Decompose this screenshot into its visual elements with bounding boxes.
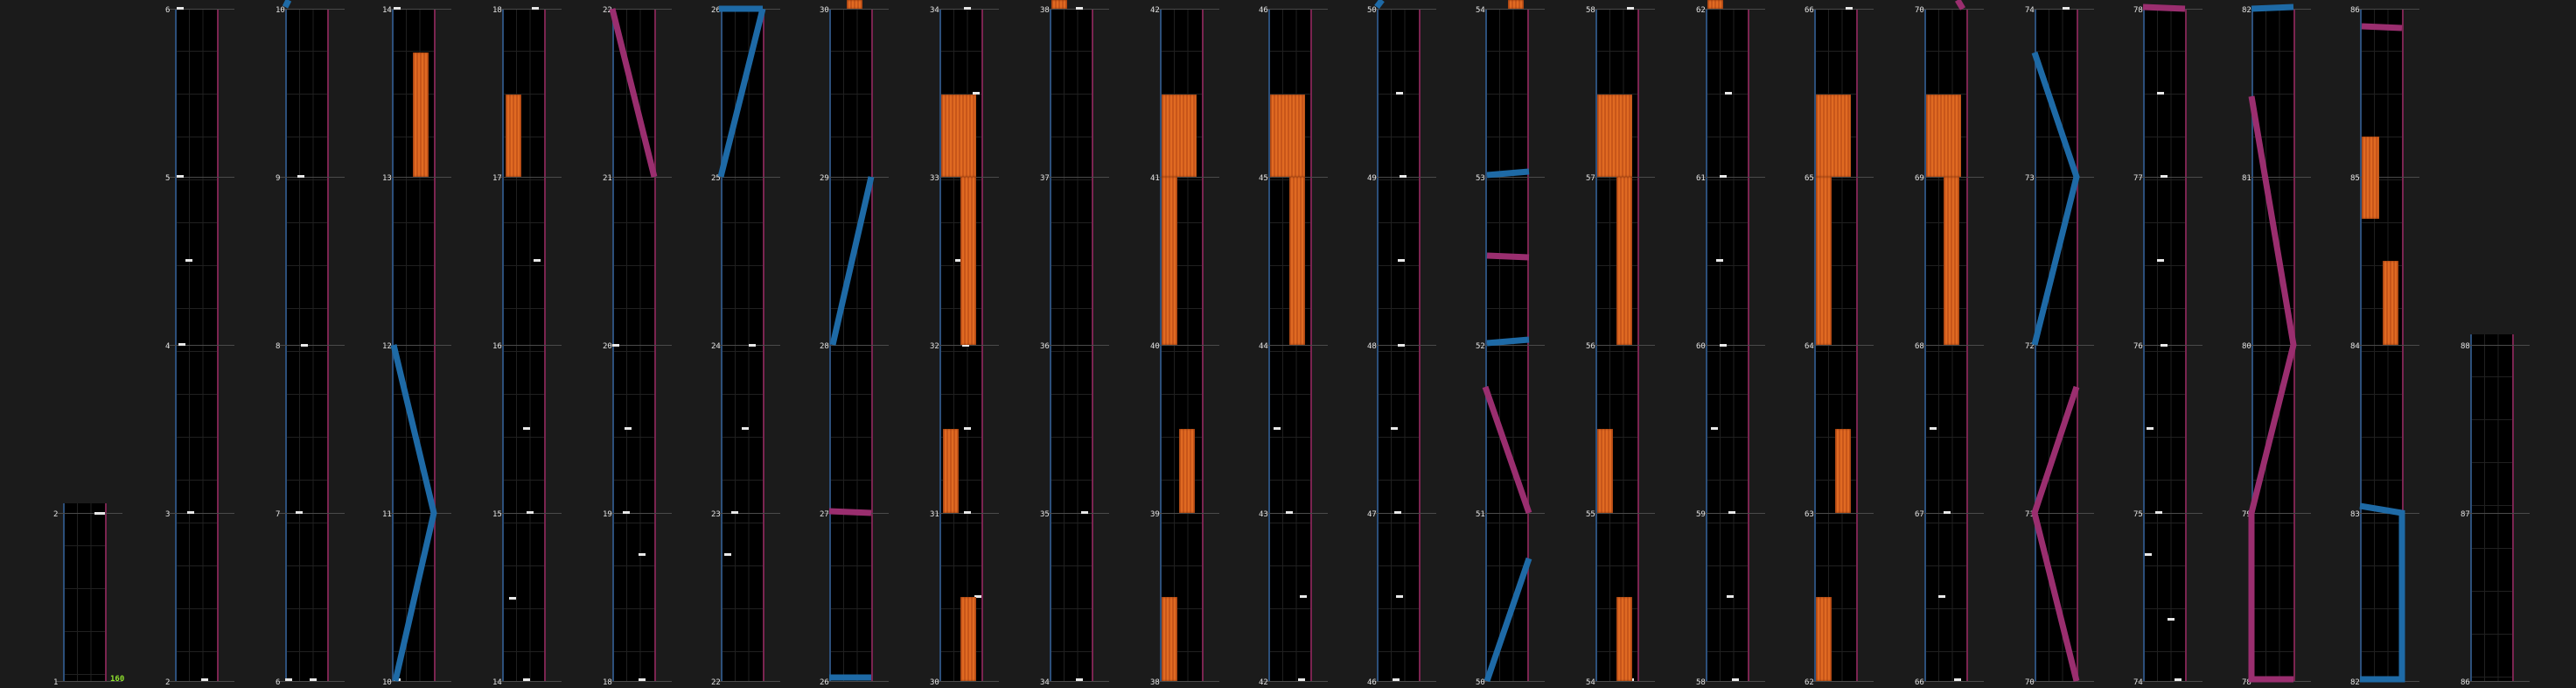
slide-note-icon[interactable] xyxy=(1486,252,1530,261)
slide-note-icon[interactable] xyxy=(828,508,872,516)
slide-note-icon[interactable] xyxy=(2248,95,2297,683)
slide-note-icon[interactable] xyxy=(1483,557,1532,683)
slide-note-icon[interactable] xyxy=(717,8,766,178)
slide-note-icon[interactable] xyxy=(1954,0,1966,11)
chart-editor-stage: 2 1 6 5 4 3 2 10 9 8 7 6 14 13 12 11 10 18 17 16 15 14 22 21 20 1… xyxy=(0,0,2576,688)
slide-notes-layer xyxy=(282,0,2405,683)
slide-note-icon[interactable] xyxy=(1374,0,1385,10)
slide-note-icon[interactable] xyxy=(282,0,292,9)
slide-note-icon[interactable] xyxy=(1486,336,1530,347)
slide-note-icon[interactable] xyxy=(1486,168,1530,179)
slide-note-icon[interactable] xyxy=(609,8,658,178)
slide-note-icon[interactable] xyxy=(2359,502,2405,683)
slide-note-icon[interactable] xyxy=(1482,385,1532,515)
slide-note-icon[interactable] xyxy=(390,344,437,682)
slide-note-icon[interactable] xyxy=(2142,4,2186,12)
slide-note-icon[interactable] xyxy=(2361,23,2403,32)
slide-note-icon[interactable] xyxy=(2251,4,2294,12)
slide-note-icon[interactable] xyxy=(2031,385,2080,682)
slide-note-icon[interactable] xyxy=(2031,51,2080,346)
slide-note-icon[interactable] xyxy=(829,176,875,346)
